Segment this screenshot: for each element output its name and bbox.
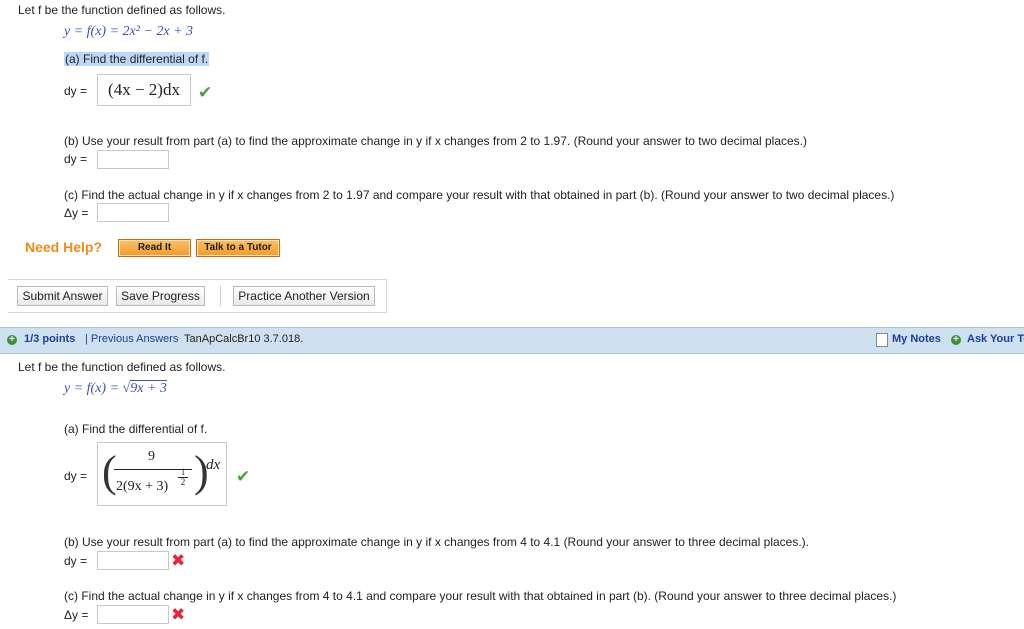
previous-answers-link[interactable]: | Previous Answers — [85, 333, 178, 345]
q2-part-a-answer-field[interactable]: ( 9 2(9x + 3) 1 2 ) dx — [97, 442, 227, 506]
q2-part-c-label: (c) Find the actual change in y if x cha… — [64, 589, 897, 603]
q2-part-a-label: (a) Find the differential of f. — [64, 422, 208, 436]
incorrect-x-icon: ✖ — [171, 551, 186, 570]
q1-dy-label: dy = — [64, 84, 88, 98]
q2-part-c-input[interactable] — [97, 605, 169, 624]
q2-part-b-dy-label: dy = — [64, 554, 88, 568]
exp-denominator: 2 — [178, 477, 188, 487]
points-label: 1/3 points — [24, 333, 76, 345]
divider — [220, 285, 221, 306]
q1-part-b-label: (b) Use your result from part (a) to fin… — [64, 134, 808, 148]
q2-part-c-dy-label: Δy = — [64, 608, 89, 622]
q1-intro: Let f be the function defined as follows… — [18, 3, 226, 17]
q1-part-b-input[interactable] — [97, 150, 169, 169]
q2-part-b-input[interactable] — [97, 551, 169, 570]
my-notes-link[interactable]: My Notes — [892, 333, 941, 345]
left-paren: ( — [102, 447, 117, 496]
q1-part-b-dy-label: dy = — [64, 152, 88, 166]
practice-another-version-button[interactable]: Practice Another Version — [233, 286, 375, 306]
talk-to-tutor-button[interactable]: Talk to a Tutor — [196, 239, 280, 257]
q1-part-a-label: (a) Find the differential of f. — [64, 52, 210, 66]
expand-plus-icon[interactable]: + — [7, 335, 17, 345]
read-it-button[interactable]: Read It — [118, 239, 191, 257]
correct-check-icon: ✔ — [198, 83, 213, 102]
incorrect-x-icon: ✖ — [171, 605, 186, 624]
save-progress-button[interactable]: Save Progress — [116, 286, 205, 306]
q1-part-c-input[interactable] — [97, 203, 169, 222]
notes-icon[interactable] — [876, 333, 888, 347]
q1-part-a-answer-field[interactable]: (4x − 2)dx — [97, 74, 191, 106]
q1-equation: y = f(x) = 2x² − 2x + 3 — [64, 24, 194, 39]
question-code: TanApCalcBr10 3.7.018. — [184, 333, 304, 345]
frac-denominator: 2(9x + 3) — [116, 479, 169, 494]
need-help-label: Need Help? — [25, 239, 103, 255]
exponent: 1 2 — [178, 467, 188, 487]
dx-label: dx — [206, 457, 221, 473]
ask-your-teacher-link[interactable]: Ask Your Te — [967, 333, 1024, 345]
q2-intro: Let f be the function defined as follows… — [18, 360, 226, 374]
ask-plus-icon[interactable]: + — [951, 335, 961, 345]
frac-numerator: 9 — [148, 449, 155, 464]
submit-answer-button[interactable]: Submit Answer — [17, 286, 108, 306]
q2-equation-radicand: 9x + 3 — [130, 380, 167, 396]
q2-equation-prefix: y = f(x) = — [64, 381, 123, 396]
q2-dy-label: dy = — [64, 469, 88, 483]
correct-check-icon: ✔ — [236, 467, 251, 486]
q2-equation: y = f(x) = √9x + 3 — [64, 380, 167, 397]
q1-part-c-label: (c) Find the actual change in y if x cha… — [64, 188, 895, 202]
q2-part-b-label: (b) Use your result from part (a) to fin… — [64, 535, 810, 549]
exp-numerator: 1 — [180, 467, 186, 477]
q1-part-c-dy-label: Δy = — [64, 206, 89, 220]
